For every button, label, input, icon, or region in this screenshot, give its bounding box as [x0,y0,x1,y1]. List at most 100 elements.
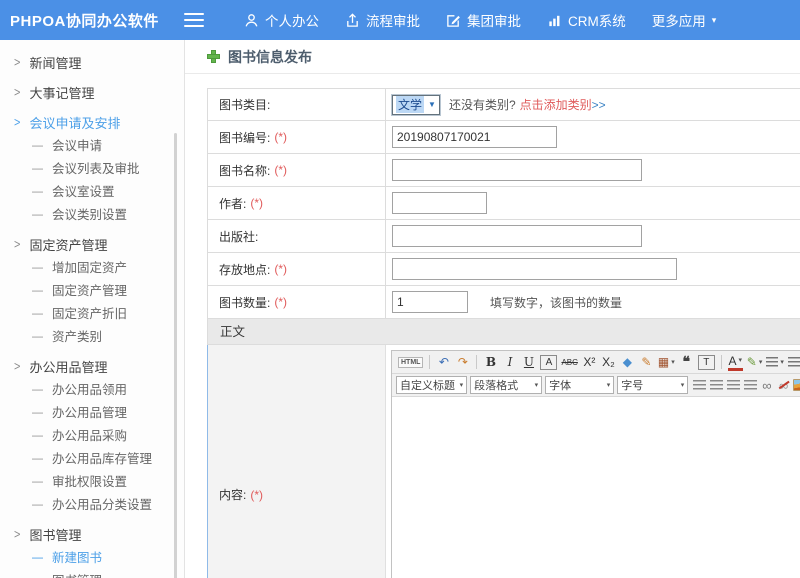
sidebar-item[interactable]: —固定资产折旧 [0,303,184,326]
font-border-button[interactable]: A [540,355,557,370]
superscript-button[interactable]: X² [582,353,597,371]
underline-button[interactable]: U [521,353,536,371]
form-row-label: 出版社: [208,220,386,252]
italic-button[interactable]: I [502,353,517,371]
form-row-field [386,253,800,285]
link-icon[interactable]: ∞ [759,377,774,393]
form-row-label: 图书编号:(*) [208,121,386,153]
sidebar-item[interactable]: >大事记管理 [0,82,184,105]
chart-icon [547,13,562,28]
sidebar-item-label: 大事记管理 [29,82,94,105]
unlink-icon[interactable]: ∞ [776,377,791,393]
sidebar-item-label: 增加固定资产 [52,257,127,280]
form-row: 图书编号:(*) [207,121,800,154]
sidebar-item[interactable]: —办公用品采购 [0,425,184,448]
caret-down-icon: ▾ [712,15,717,26]
sidebar-item[interactable]: —会议申请 [0,135,184,158]
book-quantity-input[interactable] [392,291,468,313]
color-palette-button[interactable]: ▦▾ [658,353,675,371]
font-family-select[interactable]: 字体▾ [545,376,614,394]
glyph: T [703,357,709,368]
rich-text-editor: HTML↶↷BIUAABCX²X₂◆✎▦▾❝TA▾✎▾▾▾ 自定义标题▾段落格式… [391,350,800,578]
sidebar-item[interactable]: —办公用品管理 [0,402,184,425]
add-category-link[interactable]: 点击添加类别 [520,96,592,113]
field-label: 作者: [219,195,246,212]
sidebar-item[interactable]: >办公用品管理 [0,356,184,379]
sidebar-item[interactable]: —资产类别 [0,326,184,349]
person-icon [244,13,259,28]
unordered-list-button[interactable]: ▾ [788,353,800,371]
ordered-list-button[interactable]: ▾ [766,353,784,371]
add-category-arrows[interactable]: >> [592,98,606,112]
sidebar-item-label: 会议类别设置 [52,204,127,227]
eraser-button[interactable]: ◆ [620,353,635,371]
glyph: ✎ [747,355,757,369]
sidebar-item[interactable]: —固定资产管理 [0,280,184,303]
sidebar-item[interactable]: >图书管理 [0,524,184,547]
topbar-nav-item[interactable]: CRM系统 [547,10,626,30]
sidebar-item-label: 会议列表及审批 [52,158,140,181]
sidebar-item[interactable]: —增加固定资产 [0,257,184,280]
category-hint: 还没有类别? [449,96,516,113]
subscript-button[interactable]: X₂ [601,353,616,371]
form-row-label: 作者:(*) [208,187,386,219]
publisher-input[interactable] [392,225,642,247]
bold-button[interactable]: B [483,353,498,371]
sidebar-item[interactable]: —会议列表及审批 [0,158,184,181]
align-left-icon[interactable] [692,377,707,393]
align-right-icon[interactable] [726,377,741,393]
sidebar-item[interactable]: >会议申请及安排 [0,112,184,135]
field-label: 图书数量: [219,294,270,311]
strikethrough-button[interactable]: ABC [561,353,577,371]
book-number-input[interactable] [392,126,557,148]
sidebar-scrollbar[interactable] [174,133,177,578]
sidebar-item[interactable]: —审批权限设置 [0,471,184,494]
topbar-nav-item[interactable]: 个人办公 [244,10,319,30]
undo-button[interactable]: ↶ [436,353,451,371]
sidebar-item[interactable]: —办公用品分类设置 [0,494,184,517]
redo-button[interactable]: ↷ [455,353,470,371]
font-size-select[interactable]: 字号▾ [617,376,688,394]
edit-icon [446,13,461,28]
link-glyph: ∞ [762,379,771,392]
html-source-button[interactable]: HTML [398,357,423,368]
chevron-right-icon: > [14,110,20,138]
author-input[interactable] [392,192,487,214]
sidebar-item[interactable]: >新闻管理 [0,52,184,75]
hamburger-menu-icon[interactable] [184,13,204,27]
sidebar-item[interactable]: —办公用品库存管理 [0,448,184,471]
editor-content[interactable] [392,397,800,578]
sidebar-item[interactable]: —会议室设置 [0,181,184,204]
storage-location-input[interactable] [392,258,677,280]
topbar-nav-item[interactable]: 更多应用 ▾ [652,10,717,30]
book-name-input[interactable] [392,159,642,181]
image-icon[interactable] [793,377,800,393]
topbar-nav-item[interactable]: 集团审批 [446,10,521,30]
nav-label: CRM系统 [568,10,626,30]
sidebar-item[interactable]: —图书管理 [0,570,184,578]
caret-down-icon: ▾ [739,357,743,364]
caret-down-icon: ▼ [428,100,436,109]
font-color-button[interactable]: A▾ [728,354,743,371]
insert-template-button[interactable]: T [698,355,715,370]
topbar-nav: 个人办公 流程审批 集团审批 CRM系统 更多应用 ▾ [218,10,716,30]
sidebar-item-label: 固定资产管理 [52,280,127,303]
align-glyph [710,380,723,390]
format-brush-button[interactable]: ✎ [639,353,654,371]
align-center-icon[interactable] [709,377,724,393]
sidebar-item-label: 新闻管理 [29,52,81,75]
paragraph-format-select[interactable]: 段落格式▾ [470,376,542,394]
highlight-pen-button[interactable]: ✎▾ [747,353,763,371]
category-select[interactable]: 文学▼ [392,95,440,115]
chevron-right-icon: > [14,354,20,382]
topbar-nav-item[interactable]: 流程审批 [345,10,420,30]
sidebar-item[interactable]: —新建图书 [0,547,184,570]
blockquote-button[interactable]: ❝ [679,353,694,371]
sidebar-item[interactable]: >固定资产管理 [0,234,184,257]
nav-label: 更多应用 [652,10,706,30]
sidebar-menu: >新闻管理>大事记管理>会议申请及安排—会议申请—会议列表及审批—会议室设置—会… [0,52,184,578]
custom-heading-select[interactable]: 自定义标题▾ [396,376,467,394]
sidebar-item[interactable]: —会议类别设置 [0,204,184,227]
align-justify-icon[interactable] [743,377,758,393]
sidebar-item[interactable]: —办公用品领用 [0,379,184,402]
